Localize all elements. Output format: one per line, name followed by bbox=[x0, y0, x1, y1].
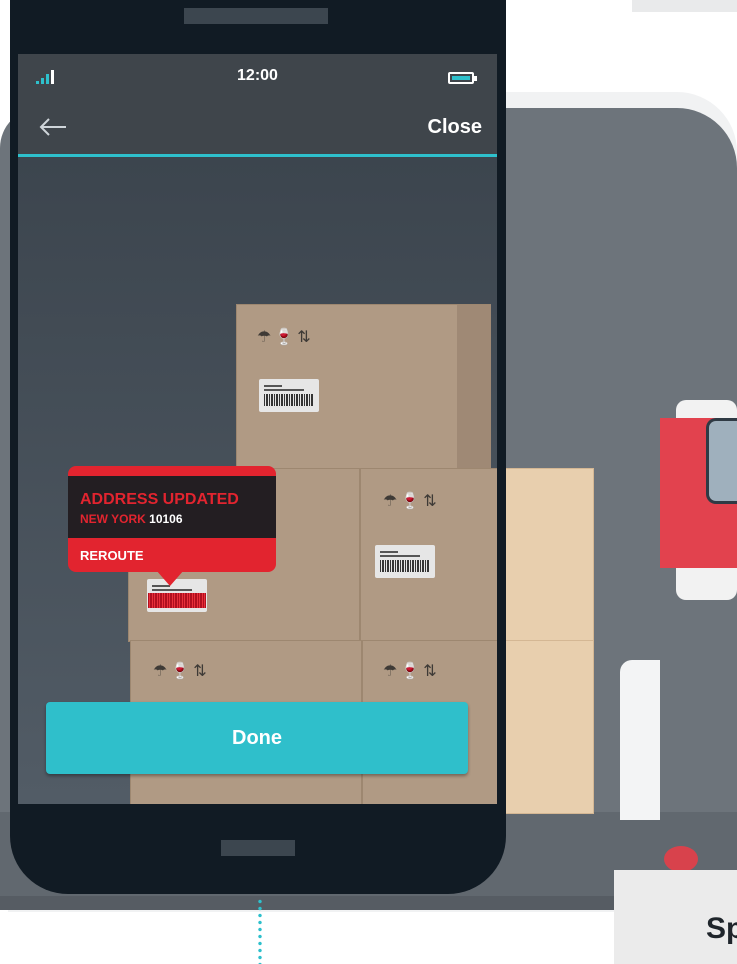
dotted-connector bbox=[258, 898, 262, 964]
tail-light bbox=[664, 846, 698, 872]
back-arrow-icon[interactable] bbox=[36, 112, 70, 142]
alert-zip: 10106 bbox=[149, 512, 183, 526]
alert-header: ADDRESS UPDATED NEW YORK 10106 bbox=[68, 466, 276, 538]
status-time: 12:00 bbox=[237, 67, 278, 84]
phone-home-button[interactable] bbox=[221, 840, 295, 856]
barcode-label bbox=[259, 379, 319, 412]
popup-pointer bbox=[156, 570, 184, 586]
phone-screen: 12:00 Close ☂🍷⇅ ☂🍷⇅ ☂🍷⇅ ☂🍷⇅ ADDRESS UPDA… bbox=[18, 54, 497, 804]
driver-glasses bbox=[706, 418, 737, 504]
alert-address: NEW YORK 10106 bbox=[80, 512, 183, 526]
van-door bbox=[620, 660, 660, 820]
reroute-button[interactable]: REROUTE bbox=[80, 548, 144, 563]
alert-city: NEW YORK bbox=[80, 512, 146, 526]
battery-tip bbox=[474, 76, 477, 81]
phone-speaker bbox=[184, 8, 328, 24]
package-box: ☂🍷⇅ bbox=[236, 304, 491, 470]
package-box: ☂🍷⇅ bbox=[360, 468, 497, 642]
done-button[interactable]: Done bbox=[46, 702, 468, 774]
address-alert-popup[interactable]: ADDRESS UPDATED NEW YORK 10106 REROUTE bbox=[68, 466, 276, 586]
reroute-bar[interactable]: REROUTE bbox=[68, 538, 276, 572]
alert-title: ADDRESS UPDATED bbox=[80, 491, 239, 508]
package-handling-icon: ☂🍷⇅ bbox=[383, 661, 440, 680]
package-handling-icon: ☂🍷⇅ bbox=[383, 491, 440, 510]
side-card-text: Sp bbox=[706, 912, 737, 945]
battery-icon bbox=[448, 72, 474, 84]
package-handling-icon: ☂🍷⇅ bbox=[153, 661, 210, 680]
barcode-label bbox=[375, 545, 435, 578]
close-button[interactable]: Close bbox=[428, 116, 482, 139]
app-bar: Close bbox=[18, 102, 497, 157]
package-handling-icon: ☂🍷⇅ bbox=[257, 327, 314, 346]
status-bar: 12:00 bbox=[18, 54, 497, 102]
top-strip bbox=[632, 0, 737, 12]
